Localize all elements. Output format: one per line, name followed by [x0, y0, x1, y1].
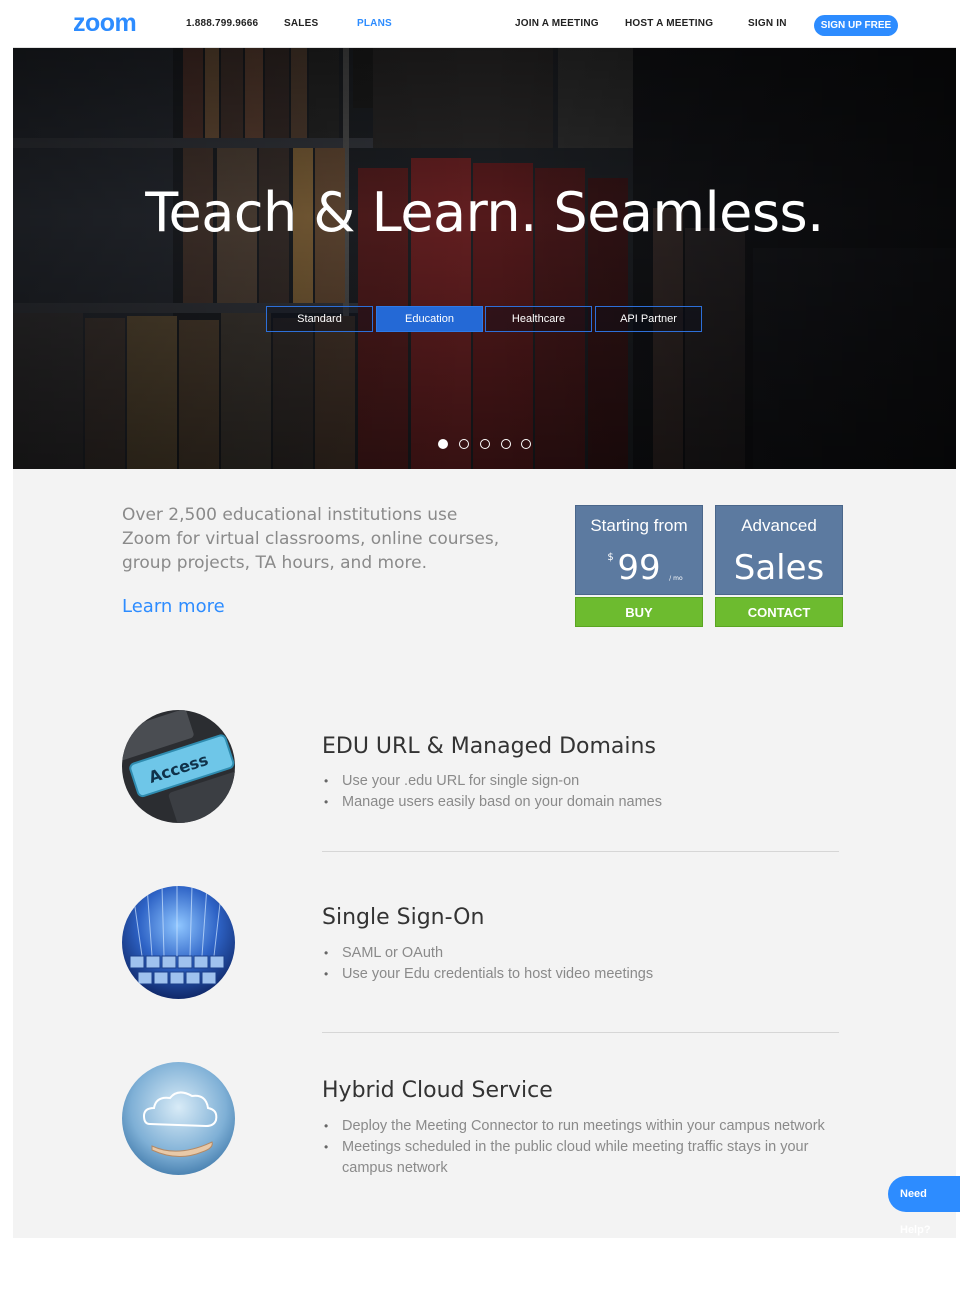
cloud-in-hand-image: [122, 1062, 235, 1175]
tab-healthcare[interactable]: Healthcare: [485, 306, 592, 332]
tab-api-partner[interactable]: API Partner: [595, 306, 702, 332]
list-item: Use your Edu credentials to host video m…: [322, 964, 842, 985]
list-item: SAML or OAuth: [322, 943, 842, 964]
feature-bullets-edu-url: Use your .edu URL for single sign-on Man…: [322, 771, 842, 813]
bookshelf-background-image: [13, 48, 956, 469]
price-period: / mo: [669, 575, 683, 582]
feature-title-edu-url: EDU URL & Managed Domains: [322, 734, 656, 759]
carousel-dot-5[interactable]: [521, 439, 531, 449]
feature-title-hybrid-cloud: Hybrid Cloud Service: [322, 1078, 553, 1103]
nav-host-meeting[interactable]: HOST A MEETING: [625, 18, 713, 29]
carousel-dot-3[interactable]: [480, 439, 490, 449]
carousel-dot-2[interactable]: [459, 439, 469, 449]
nav-sales[interactable]: SALES: [284, 18, 318, 29]
tab-education[interactable]: Education: [376, 306, 483, 332]
contact-button[interactable]: CONTACT: [715, 597, 843, 627]
zoom-logo[interactable]: zoom: [73, 9, 137, 38]
network-cables-image: [122, 886, 235, 999]
list-item: Meetings scheduled in the public cloud w…: [322, 1137, 842, 1179]
need-help-button[interactable]: Need Help?: [888, 1176, 960, 1236]
sales-label: Sales: [733, 548, 825, 588]
advanced-heading: Advanced: [741, 516, 817, 535]
divider: [322, 1032, 839, 1033]
hero-title: Teach & Learn. Seamless.: [145, 181, 824, 244]
learn-more-link[interactable]: Learn more: [122, 596, 225, 617]
list-item: Use your .edu URL for single sign-on: [322, 771, 842, 792]
top-nav: zoom 1.888.799.9666 SALES PLANS JOIN A M…: [13, 0, 956, 48]
tab-standard[interactable]: Standard: [266, 306, 373, 332]
feature-title-sso: Single Sign-On: [322, 905, 485, 930]
feature-bullets-sso: SAML or OAuth Use your Edu credentials t…: [322, 943, 842, 985]
price-card-starting: Starting from $ 99 / mo: [575, 505, 703, 595]
keyboard-access-image: Access: [122, 710, 235, 823]
nav-plans[interactable]: PLANS: [357, 18, 392, 29]
page: zoom 1.888.799.9666 SALES PLANS JOIN A M…: [13, 0, 956, 1238]
price-value: 99: [617, 548, 661, 588]
nav-sign-in[interactable]: SIGN IN: [748, 18, 787, 29]
price-card-advanced: Advanced Sales: [715, 505, 843, 595]
list-item: Manage users easily basd on your domain …: [322, 792, 842, 813]
intro-description: Over 2,500 educational institutions use …: [122, 505, 500, 573]
carousel-dot-4[interactable]: [501, 439, 511, 449]
price-card-heading: Starting from: [590, 516, 688, 535]
buy-button[interactable]: BUY: [575, 597, 703, 627]
price-amount: $ 99 / mo: [607, 548, 682, 588]
divider: [322, 851, 839, 852]
hero-banner: Teach & Learn. Seamless. Standard Educat…: [13, 48, 956, 469]
sign-up-free-button[interactable]: SIGN UP FREE: [814, 15, 898, 36]
list-item: Deploy the Meeting Connector to run meet…: [322, 1116, 842, 1137]
price-currency: $: [607, 552, 614, 563]
nav-join-meeting[interactable]: JOIN A MEETING: [515, 18, 599, 29]
phone-number[interactable]: 1.888.799.9666: [186, 18, 258, 29]
carousel-dot-1[interactable]: [438, 439, 448, 449]
feature-bullets-hybrid-cloud: Deploy the Meeting Connector to run meet…: [322, 1116, 842, 1179]
